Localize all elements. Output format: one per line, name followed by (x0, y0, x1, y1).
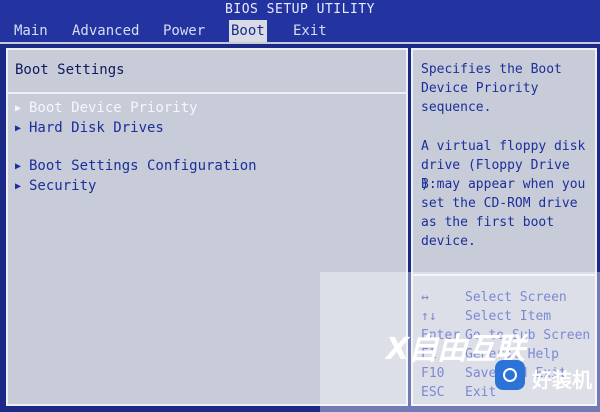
panel-title: Boot Settings (15, 62, 125, 78)
menu-item-hard-disk-drives[interactable]: ▶ Hard Disk Drives (15, 120, 164, 136)
item-label: Boot Settings Configuration (29, 158, 257, 174)
help-line: set the CD-ROM drive (421, 196, 578, 211)
help-line: A virtual floppy disk (421, 139, 586, 154)
submenu-arrow-icon: ▶ (15, 123, 22, 134)
help-line: Specifies the Boot (421, 62, 562, 77)
item-label: Boot Device Priority (29, 100, 198, 116)
item-label: Hard Disk Drives (29, 120, 164, 136)
tab-advanced[interactable]: Advanced (70, 20, 141, 42)
help-line: device. (421, 234, 476, 249)
submenu-arrow-icon: ▶ (15, 161, 22, 172)
help-line: ) may appear when you (421, 177, 586, 192)
menu-item-boot-settings-configuration[interactable]: ▶ Boot Settings Configuration (15, 158, 257, 174)
watermark-badge-icon (495, 360, 525, 390)
submenu-arrow-icon: ▶ (15, 103, 22, 114)
tab-boot[interactable]: Boot (229, 20, 267, 42)
menu-bar: Main Advanced Power Boot Exit (0, 20, 600, 44)
panel-divider (8, 92, 406, 94)
help-line: Device Priority (421, 81, 539, 96)
submenu-arrow-icon: ▶ (15, 181, 22, 192)
menu-item-boot-device-priority[interactable]: ▶ Boot Device Priority (15, 100, 198, 116)
help-line: as the first boot (421, 215, 555, 230)
menu-item-security[interactable]: ▶ Security (15, 178, 96, 194)
watermark-text: 好装机 (532, 368, 592, 392)
watermark-overlay: X自由互联 好装机 (320, 272, 600, 412)
window-title: BIOS SETUP UTILITY (0, 0, 600, 20)
item-label: Security (29, 178, 97, 194)
tab-power[interactable]: Power (161, 20, 207, 42)
tab-exit[interactable]: Exit (291, 20, 329, 42)
help-line: sequence. (421, 100, 492, 115)
tab-main[interactable]: Main (12, 20, 50, 42)
